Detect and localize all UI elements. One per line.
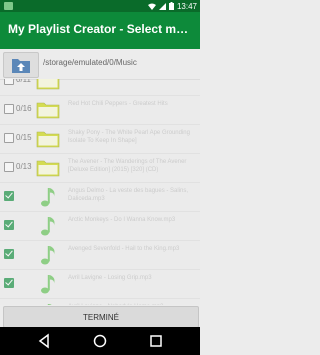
- folder-icon: [36, 160, 60, 177]
- selection-count: 0/11: [16, 79, 31, 84]
- music-file-row[interactable]: Angus Delmo - La veste des bagues - Sali…: [0, 183, 200, 212]
- selection-count: 0/16: [16, 104, 32, 113]
- music-note-icon: [41, 246, 55, 265]
- selection-count: 0/15: [16, 133, 32, 142]
- select-checkbox[interactable]: [4, 220, 14, 230]
- folder-icon: [36, 131, 60, 148]
- bottom-bar: TERMINÉ: [0, 305, 200, 328]
- app-title: My Playlist Creator - Select music...: [8, 22, 194, 36]
- navigation-bar: [0, 327, 200, 355]
- select-checkbox[interactable]: [4, 104, 14, 114]
- home-icon[interactable]: [92, 333, 108, 349]
- path-bar: /storage/emulated/0/Music: [0, 49, 200, 80]
- selection-count: 0/13: [16, 162, 32, 171]
- select-checkbox[interactable]: [4, 133, 14, 143]
- file-name: Avenged Sevenfold - Hail to the King.mp3: [68, 246, 180, 252]
- file-name: Avril Lavigne - Losing Grip.mp3: [68, 275, 152, 281]
- battery-icon: [168, 2, 174, 10]
- folder-name: The Avener - The Wanderings of The Avene…: [68, 159, 187, 173]
- folder-icon: [36, 79, 60, 90]
- back-icon[interactable]: [36, 333, 52, 349]
- music-file-row[interactable]: Arctic Monkeys - Do I Wanna Know.mp3: [0, 212, 200, 241]
- folder-name: Red Hot Chili Peppers - Greatest Hits: [68, 101, 168, 107]
- file-list[interactable]: 0/11Ghetto Gospel 0/16 Red Hot Chili Peppe…: [0, 79, 200, 305]
- music-note-icon: [41, 188, 55, 207]
- file-name: Angus Delmo - La veste des bagues - Sali…: [68, 188, 189, 202]
- select-checkbox[interactable]: [4, 162, 14, 172]
- folder-row[interactable]: 0/11Ghetto Gospel: [0, 79, 200, 96]
- select-checkbox[interactable]: [4, 191, 14, 201]
- select-checkbox[interactable]: [4, 278, 14, 288]
- current-path: /storage/emulated/0/Music: [43, 58, 137, 67]
- status-bar: 13:47: [0, 0, 200, 12]
- folder-row[interactable]: 0/15 Shaky Pony - The White Pearl Ape Gro…: [0, 125, 200, 154]
- select-checkbox[interactable]: [4, 79, 14, 85]
- status-time: 13:47: [176, 1, 197, 11]
- folder-icon: [36, 102, 60, 119]
- wifi-icon: [147, 3, 156, 10]
- signal-icon: [158, 2, 166, 10]
- music-file-row[interactable]: Avenged Sevenfold - Hail to the King.mp3: [0, 241, 200, 270]
- select-checkbox[interactable]: [4, 249, 14, 259]
- folder-up-icon: [12, 59, 30, 73]
- folder-name: Shaky Pony - The White Pearl Ape Groundi…: [68, 130, 190, 144]
- app-notification-icon: [4, 2, 13, 10]
- done-button[interactable]: TERMINÉ: [3, 306, 199, 328]
- folder-row[interactable]: 0/16 Red Hot Chili Peppers - Greatest Hit…: [0, 96, 200, 125]
- folder-row[interactable]: 0/13 The Avener - The Wanderings of The A…: [0, 154, 200, 183]
- file-name: Arctic Monkeys - Do I Wanna Know.mp3: [68, 217, 176, 223]
- recents-icon[interactable]: [148, 333, 164, 349]
- parent-folder-button[interactable]: [3, 52, 39, 78]
- app-bar: My Playlist Creator - Select music...: [0, 12, 200, 49]
- music-file-row[interactable]: Avril Lavigne - Losing Grip.mp3: [0, 270, 200, 299]
- music-note-icon: [41, 217, 55, 236]
- music-note-icon: [41, 275, 55, 294]
